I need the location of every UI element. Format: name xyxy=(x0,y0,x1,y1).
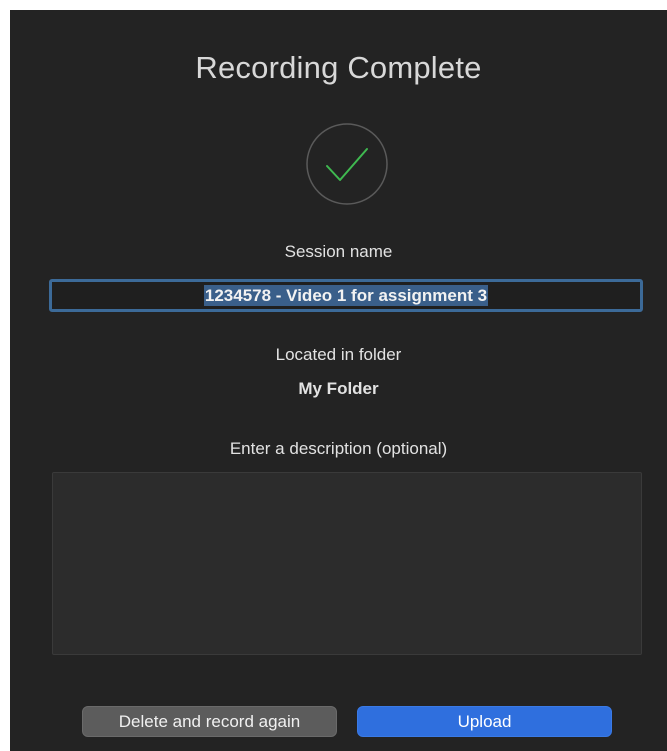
description-label: Enter a description (optional) xyxy=(229,439,448,458)
folder-label: Located in folder xyxy=(275,345,402,364)
upload-button[interactable]: Upload xyxy=(357,706,612,737)
session-name-value: 1234578 - Video 1 for assignment 3 xyxy=(203,285,489,306)
description-textarea[interactable] xyxy=(52,472,642,655)
session-name-label: Session name xyxy=(284,242,393,261)
delete-and-record-again-button[interactable]: Delete and record again xyxy=(82,706,337,737)
session-name-input[interactable]: 1234578 - Video 1 for assignment 3 xyxy=(49,279,643,312)
checkmark-circle-icon xyxy=(305,122,389,206)
dialog-title: Recording Complete xyxy=(195,50,482,85)
folder-name: My Folder xyxy=(298,379,379,398)
recording-complete-dialog: Recording Complete Session name 1234578 … xyxy=(10,10,667,751)
